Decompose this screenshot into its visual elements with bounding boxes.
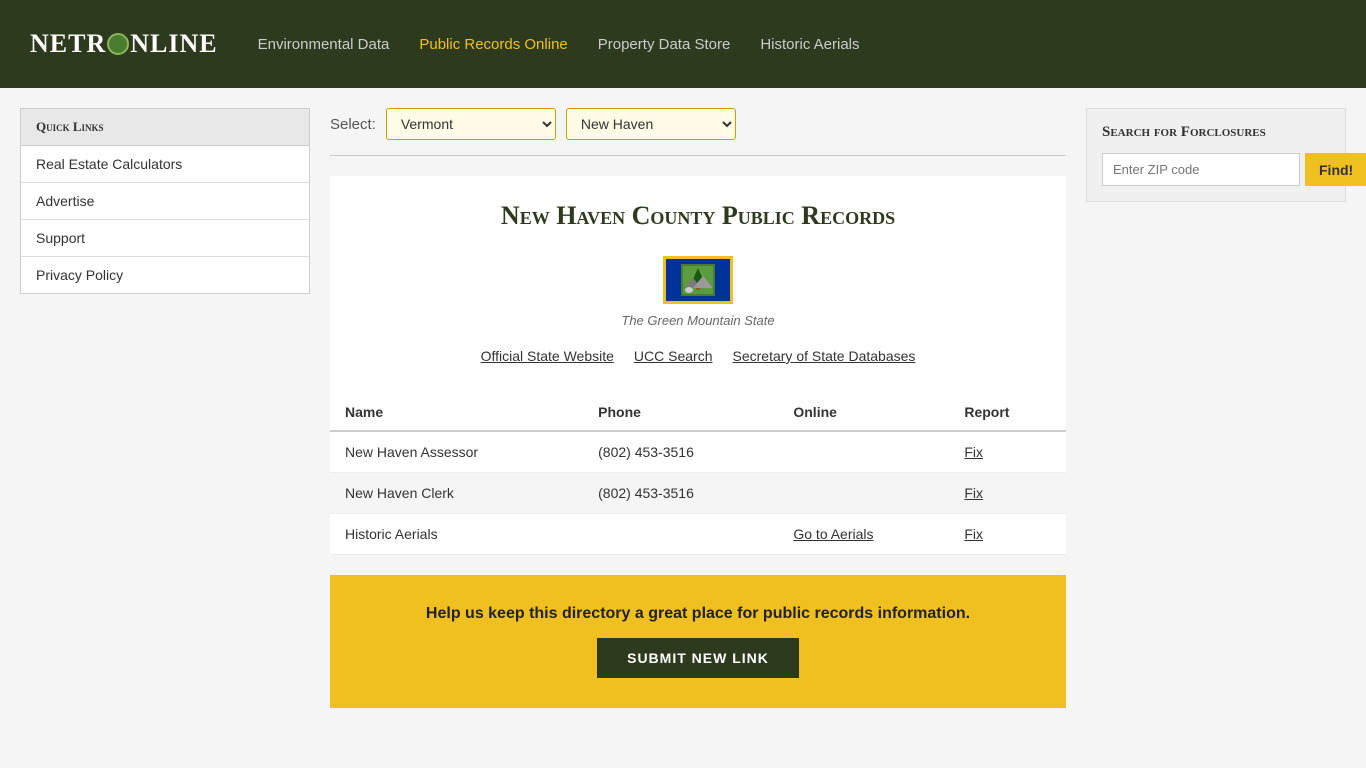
- submit-new-link-button[interactable]: Submit New Link: [597, 638, 799, 678]
- go-to-aerials-link[interactable]: Go to Aerials: [793, 526, 873, 542]
- state-nickname: The Green Mountain State: [330, 313, 1066, 328]
- col-header-phone: Phone: [583, 394, 778, 431]
- banner-text: Help us keep this directory a great plac…: [350, 605, 1046, 623]
- find-button[interactable]: Find!: [1305, 153, 1366, 186]
- row-report: Fix: [949, 431, 1066, 473]
- content-box: New Haven County Public Records: [330, 176, 1066, 555]
- row-phone: (802) 453-3516: [583, 473, 778, 514]
- site-logo: NETRNLINE: [30, 29, 218, 59]
- main-nav: Environmental Data Public Records Online…: [258, 36, 860, 53]
- sidebar-item-advertise[interactable]: Advertise: [21, 183, 309, 220]
- col-header-online: Online: [778, 394, 949, 431]
- row-name: New Haven Assessor: [330, 431, 583, 473]
- zip-input[interactable]: [1102, 153, 1300, 186]
- table-row: Historic Aerials Go to Aerials Fix: [330, 514, 1066, 555]
- row-phone: [583, 514, 778, 555]
- foreclosure-box: Search for Forclosures Find!: [1086, 108, 1346, 202]
- row-online: Go to Aerials: [778, 514, 949, 555]
- sos-databases-link[interactable]: Secretary of State Databases: [733, 348, 916, 364]
- row-online: [778, 431, 949, 473]
- row-name: New Haven Clerk: [330, 473, 583, 514]
- county-select[interactable]: New Haven: [566, 108, 736, 140]
- foreclosure-title: Search for Forclosures: [1102, 124, 1330, 141]
- nav-item-historic-aerials[interactable]: Historic Aerials: [760, 36, 859, 53]
- table-row: New Haven Assessor (802) 453-3516 Fix: [330, 431, 1066, 473]
- fix-link[interactable]: Fix: [964, 444, 983, 460]
- row-name: Historic Aerials: [330, 514, 583, 555]
- sidebar: Quick Links Real Estate Calculators Adve…: [20, 108, 310, 708]
- fix-link[interactable]: Fix: [964, 485, 983, 501]
- state-links: Official State Website UCC Search Secret…: [330, 333, 1066, 384]
- ucc-search-link[interactable]: UCC Search: [634, 348, 713, 364]
- main-content: Select: Vermont New Haven New Haven Coun…: [330, 108, 1066, 708]
- select-bar: Select: Vermont New Haven: [330, 108, 1066, 156]
- state-select[interactable]: Vermont: [386, 108, 556, 140]
- col-header-report: Report: [949, 394, 1066, 431]
- table-row: New Haven Clerk (802) 453-3516 Fix: [330, 473, 1066, 514]
- sidebar-item-support[interactable]: Support: [21, 220, 309, 257]
- state-flag-area: The Green Mountain State: [330, 246, 1066, 333]
- row-phone: (802) 453-3516: [583, 431, 778, 473]
- row-online: [778, 473, 949, 514]
- sidebar-box: Quick Links Real Estate Calculators Adve…: [20, 108, 310, 294]
- state-flag: [663, 256, 733, 304]
- nav-item-public-records[interactable]: Public Records Online: [419, 36, 567, 53]
- records-table: Name Phone Online Report New Haven Asses…: [330, 394, 1066, 555]
- row-report: Fix: [949, 514, 1066, 555]
- row-report: Fix: [949, 473, 1066, 514]
- right-panel: Search for Forclosures Find!: [1086, 108, 1346, 708]
- col-header-name: Name: [330, 394, 583, 431]
- county-title: New Haven County Public Records: [330, 176, 1066, 246]
- fix-link[interactable]: Fix: [964, 526, 983, 542]
- official-state-link[interactable]: Official State Website: [481, 348, 614, 364]
- foreclosure-form: Find!: [1102, 153, 1330, 186]
- nav-item-property-data[interactable]: Property Data Store: [598, 36, 731, 53]
- yellow-banner: Help us keep this directory a great plac…: [330, 575, 1066, 708]
- globe-icon: [107, 33, 129, 55]
- select-label: Select:: [330, 116, 376, 133]
- sidebar-title: Quick Links: [21, 109, 309, 146]
- sidebar-item-privacy[interactable]: Privacy Policy: [21, 257, 309, 293]
- nav-item-environmental[interactable]: Environmental Data: [258, 36, 390, 53]
- site-header: NETRNLINE Environmental Data Public Reco…: [0, 0, 1366, 88]
- sidebar-item-real-estate[interactable]: Real Estate Calculators: [21, 146, 309, 183]
- page-wrapper: Quick Links Real Estate Calculators Adve…: [0, 88, 1366, 728]
